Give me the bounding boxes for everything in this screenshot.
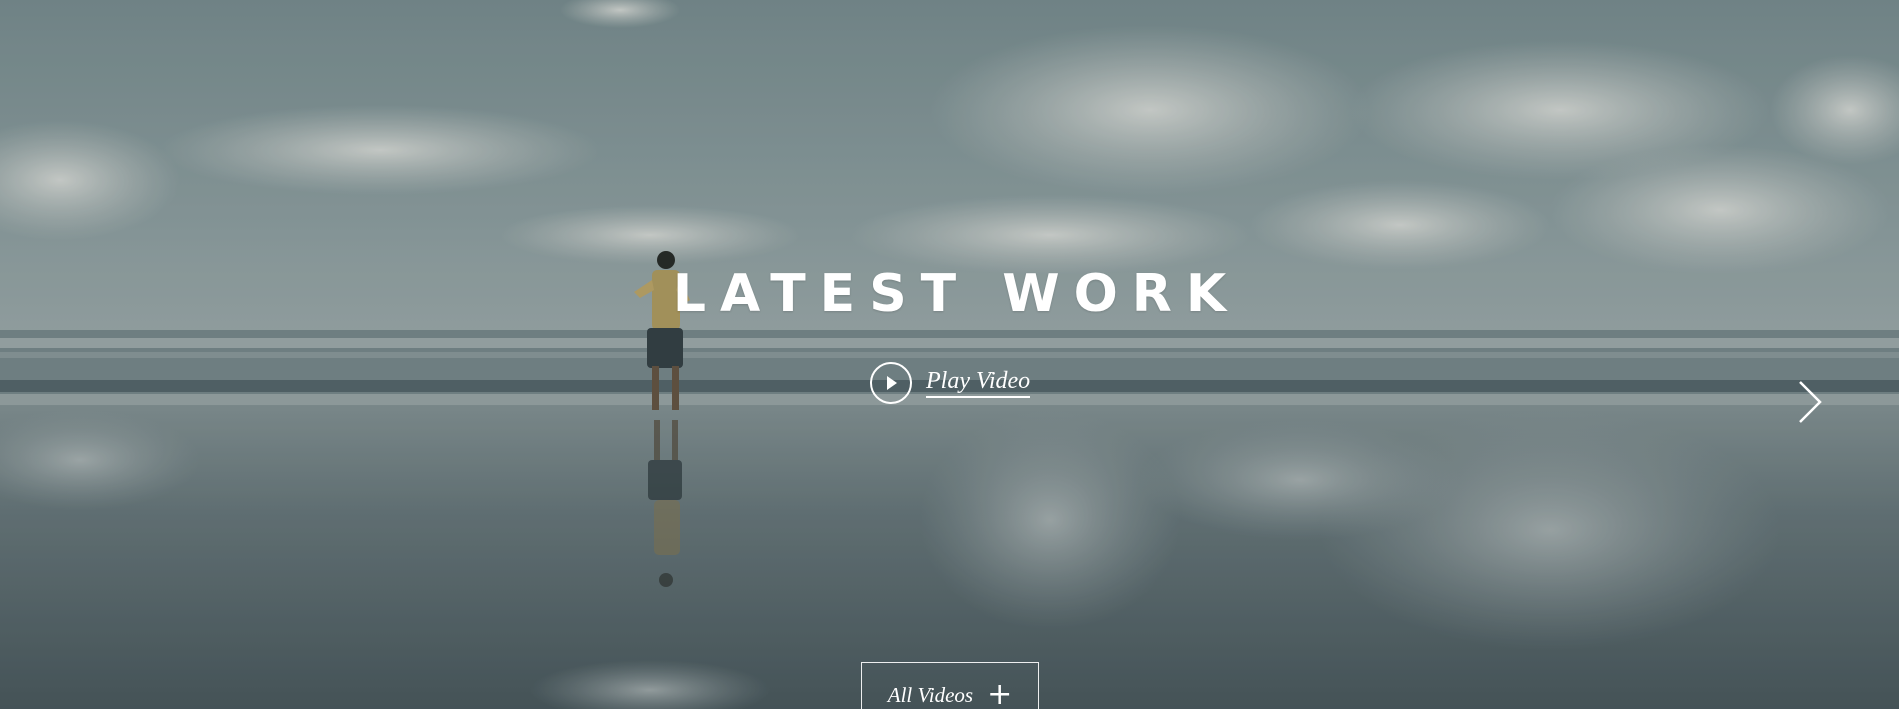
play-video-label: Play Video xyxy=(926,368,1031,398)
plus-icon: + xyxy=(987,677,1013,709)
play-video-button[interactable]: Play Video xyxy=(870,362,1031,404)
play-circle-icon xyxy=(870,362,912,404)
all-videos-label: All Videos xyxy=(887,683,974,707)
hero-title: LATEST WORK xyxy=(672,264,1241,324)
hero-background-image xyxy=(0,0,1899,709)
hero-section: LATEST WORK Play Video All Videos + xyxy=(0,0,1899,709)
chevron-right-icon[interactable] xyxy=(1796,378,1824,426)
all-videos-button[interactable]: All Videos + xyxy=(861,662,1039,709)
